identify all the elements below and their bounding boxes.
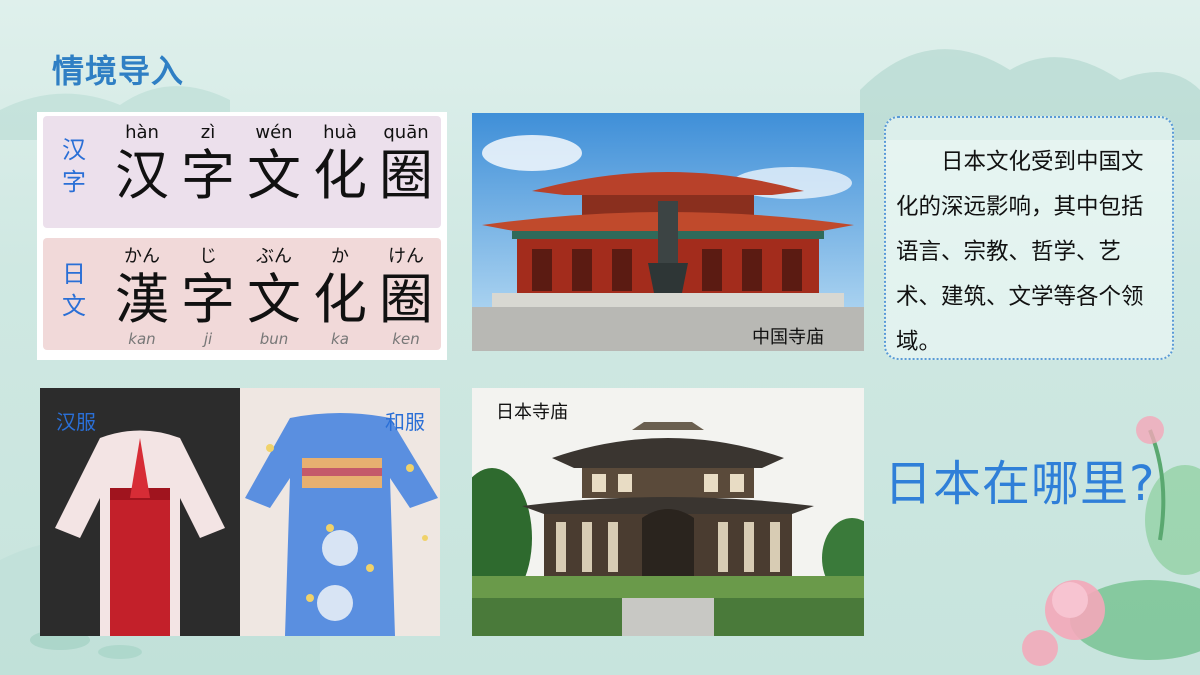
kana-reading: けん (388, 246, 424, 267)
hanzi-char: 汉 (115, 144, 169, 207)
slide-title: 情境导入 (52, 52, 185, 90)
kanji-char: 文 (247, 268, 301, 331)
japanese-temple-photo: 日本寺庙 (472, 388, 864, 636)
kanji-char: 圈 (379, 268, 433, 331)
pinyin-syllable: quān (383, 122, 429, 143)
chinese-side-label: 汉 字 (59, 134, 89, 198)
info-text: 日本文化受到中国文化的深远影响，其中包括语言、宗教、哲学、艺术、建筑、文学等各个… (896, 149, 1144, 355)
chinese-temple-photo: 中国寺庙 (472, 113, 864, 351)
side-label-char: 字 (62, 168, 86, 196)
side-label-char: 文 (62, 292, 86, 320)
chinese-temple-caption: 中国寺庙 (752, 327, 824, 348)
pinyin-syllable: huà (323, 122, 357, 143)
hanzi-char: 字 (181, 144, 235, 207)
info-box: 日本文化受到中国文化的深远影响，其中包括语言、宗教、哲学、艺术、建筑、文学等各个… (884, 116, 1174, 360)
hanfu-kimono-photo: 汉服 和服 (40, 388, 440, 636)
japanese-row: 日 文 かん じ ぶん か けん 漢 字 文 化 圈 kan ji bun ka… (43, 238, 441, 350)
japanese-characters: 漢 字 文 化 圈 (109, 268, 439, 332)
kana-reading: かん (124, 246, 160, 267)
hanzi-char: 文 (247, 144, 301, 207)
side-label-char: 日 (62, 260, 86, 288)
romaji-reading: ka (331, 330, 349, 348)
question-text: 日本在哪里? (884, 456, 1156, 512)
pinyin-syllable: zì (200, 122, 216, 143)
japanese-side-label: 日 文 (59, 258, 89, 322)
romaji-reading: ken (392, 330, 420, 348)
japanese-temple-caption: 日本寺庙 (496, 402, 568, 423)
hanzi-char: 圈 (379, 144, 433, 207)
romaji-reading: ji (203, 330, 213, 348)
kanji-char: 化 (313, 268, 367, 331)
romaji-row: kan ji bun ka ken (109, 330, 439, 348)
hanzi-char: 化 (313, 144, 367, 207)
kimono-caption: 和服 (385, 410, 425, 434)
chinese-row: 汉 字 hàn zì wén huà quān 汉 字 文 化 圈 (43, 116, 441, 228)
kana-reading: か (331, 246, 349, 267)
chinese-characters: 汉 字 文 化 圈 (109, 144, 439, 208)
romaji-reading: kan (128, 330, 156, 348)
hanfu-caption: 汉服 (56, 410, 96, 434)
kanji-char: 漢 (115, 268, 169, 331)
pinyin-syllable: hàn (125, 122, 159, 143)
pinyin-row: hàn zì wén huà quān (109, 122, 439, 143)
kana-row: かん じ ぶん か けん (109, 242, 439, 268)
hanzi-culture-card: 汉 字 hàn zì wén huà quān 汉 字 文 化 圈 日 文 かん… (37, 112, 447, 360)
side-label-char: 汉 (62, 136, 86, 164)
romaji-reading: bun (259, 330, 289, 348)
pinyin-syllable: wén (255, 122, 293, 143)
kana-reading: ぶん (256, 246, 292, 267)
kana-reading: じ (199, 246, 217, 267)
kanji-char: 字 (181, 268, 235, 331)
